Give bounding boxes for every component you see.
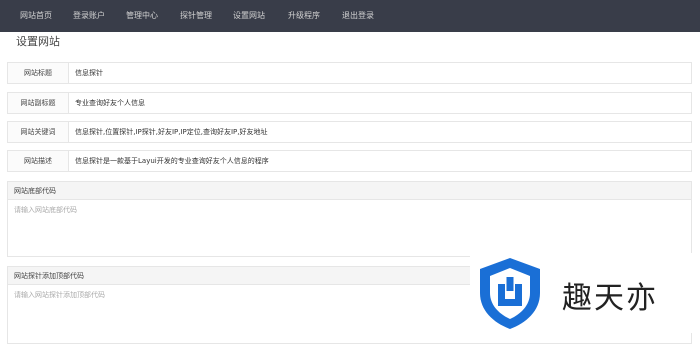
- site-subtitle-input[interactable]: 专业查询好友个人信息: [75, 93, 145, 113]
- top-navigation-bar: 网站首页 登录账户 管理中心 探针管理 设置网站 升级程序 退出登录: [0, 0, 700, 32]
- shield-logo-icon: [480, 258, 540, 329]
- site-title-field: 网站标题 信息探针: [7, 62, 692, 84]
- site-subtitle-label: 网站副标题: [8, 93, 69, 113]
- nav-item-logout[interactable]: 退出登录: [342, 0, 374, 32]
- nav-item-probe-management[interactable]: 探针管理: [180, 0, 212, 32]
- site-title-input[interactable]: 信息探针: [75, 63, 103, 83]
- watermark-text: 趣天亦: [562, 281, 658, 316]
- nav-item-admin-center[interactable]: 管理中心: [126, 0, 158, 32]
- site-description-input[interactable]: 信息探针是一款基于Layui开发的专业查询好友个人信息的程序: [75, 151, 269, 171]
- top-code-placeholder: 请输入网站探针添加顶部代码: [14, 291, 105, 299]
- site-title-label: 网站标题: [8, 63, 69, 83]
- footer-code-block: 网站底部代码 请输入网站底部代码: [7, 181, 692, 257]
- footer-code-label: 网站底部代码: [8, 182, 691, 200]
- site-subtitle-field: 网站副标题 专业查询好友个人信息: [7, 92, 692, 114]
- footer-code-placeholder: 请输入网站底部代码: [14, 206, 77, 214]
- site-keywords-input[interactable]: 信息探针,位置探针,IP探针,好友IP,IP定位,查询好友IP,好友地址: [75, 122, 268, 142]
- watermark: 趣天亦: [470, 253, 700, 333]
- site-keywords-label: 网站关键词: [8, 122, 69, 142]
- nav-item-home[interactable]: 网站首页: [20, 0, 52, 32]
- site-description-field: 网站描述 信息探针是一款基于Layui开发的专业查询好友个人信息的程序: [7, 150, 692, 172]
- page-title: 设置网站: [16, 35, 60, 48]
- site-keywords-field: 网站关键词 信息探针,位置探针,IP探针,好友IP,IP定位,查询好友IP,好友…: [7, 121, 692, 143]
- nav-item-site-settings[interactable]: 设置网站: [233, 0, 265, 32]
- nav-item-upgrade[interactable]: 升级程序: [288, 0, 320, 32]
- site-description-label: 网站描述: [8, 151, 69, 171]
- nav-item-login[interactable]: 登录账户: [73, 0, 105, 32]
